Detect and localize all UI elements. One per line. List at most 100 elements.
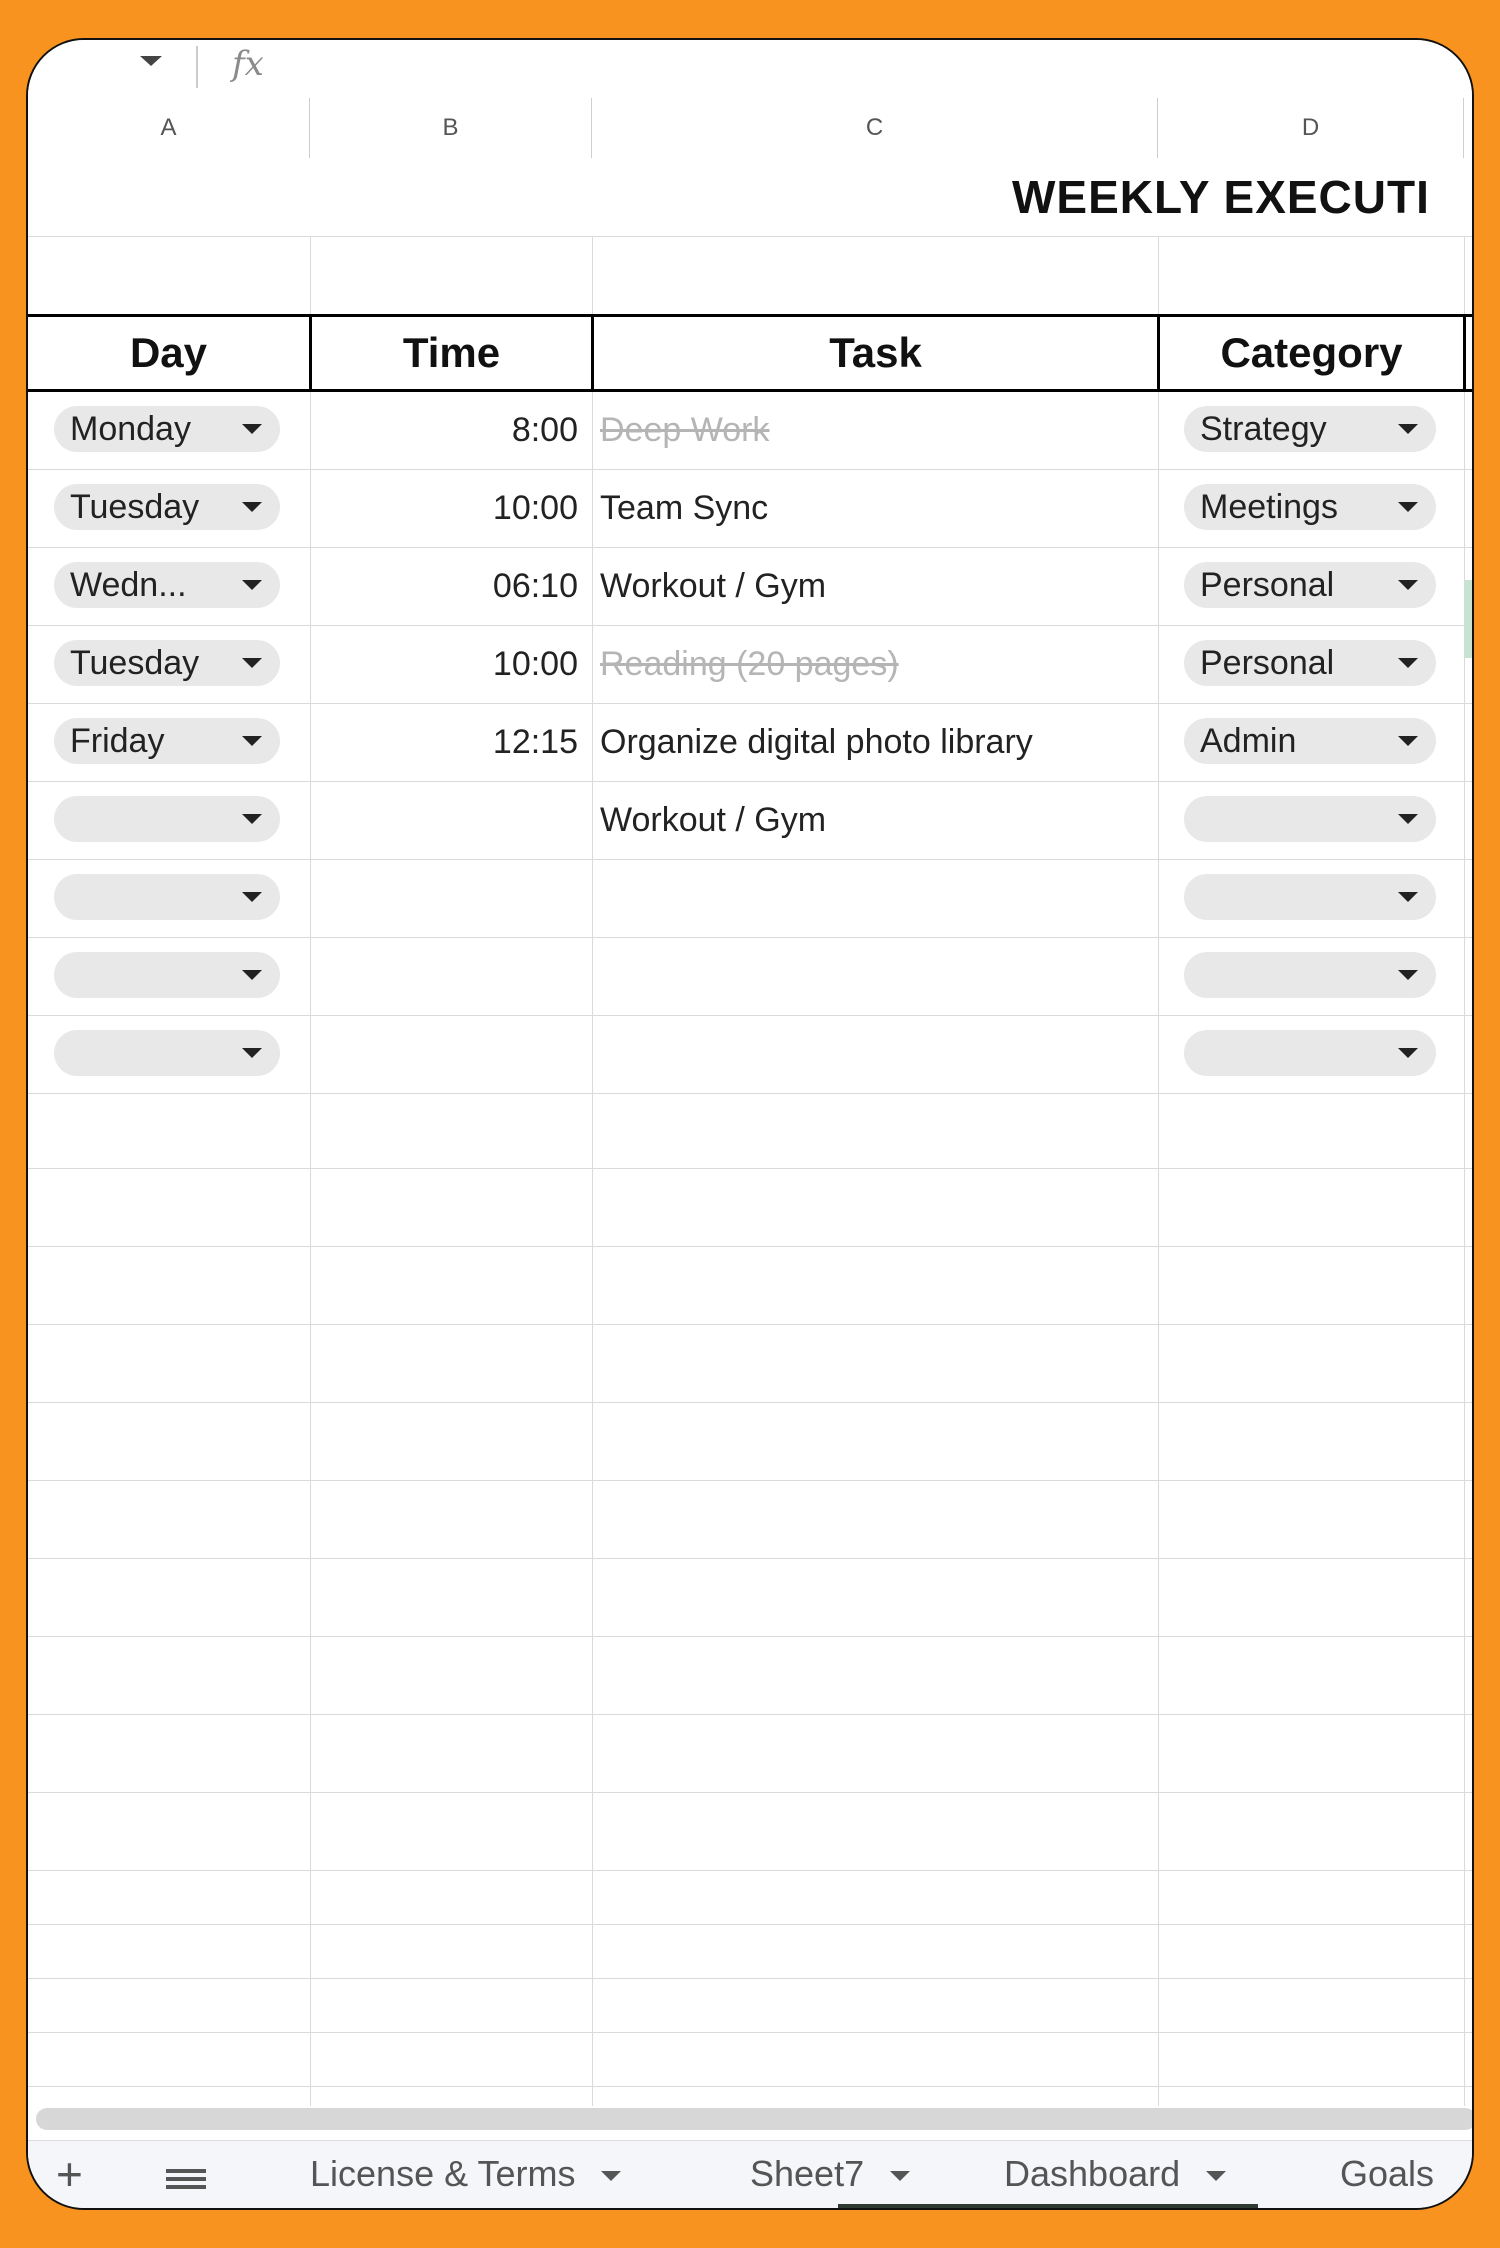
cell-grid[interactable]: WEEKLY EXECUTI Day Time Task Category Mo…: [28, 158, 1472, 2106]
category-dropdown[interactable]: Personal: [1184, 640, 1436, 686]
category-dropdown[interactable]: [1184, 796, 1436, 842]
tab-dashboard[interactable]: Dashboard: [1004, 2153, 1227, 2195]
day-dropdown[interactable]: [54, 796, 280, 842]
day-value: Wedn...: [70, 566, 187, 604]
chevron-down-icon[interactable]: [1398, 814, 1418, 824]
tab-dropdown-icon[interactable]: [601, 2171, 622, 2182]
category-value: Strategy: [1200, 410, 1327, 448]
table-row: [28, 938, 1472, 1016]
chevron-down-icon[interactable]: [242, 970, 262, 980]
chevron-down-icon[interactable]: [242, 424, 262, 434]
spreadsheet-window: fx A B C D WEEKLY EXECUTI Day Time Task …: [26, 38, 1474, 2210]
sheet-tab-bar: + License & Terms Sheet7 Dashboard Goals: [28, 2140, 1472, 2208]
grid-line: [28, 1558, 1472, 1559]
column-header-c[interactable]: C: [592, 98, 1158, 158]
header-day[interactable]: Day: [28, 317, 312, 389]
day-dropdown[interactable]: Tuesday: [54, 484, 280, 530]
grid-line: [28, 1870, 1472, 1871]
chevron-down-icon[interactable]: [1398, 424, 1418, 434]
day-value: Friday: [70, 722, 165, 760]
day-value: Monday: [70, 410, 191, 448]
table-row: Tuesday 10:00 Team Sync Meetings: [28, 470, 1472, 548]
category-dropdown[interactable]: [1184, 1030, 1436, 1076]
tab-label: License & Terms: [310, 2153, 576, 2194]
time-cell[interactable]: 8:00: [310, 392, 578, 468]
chevron-down-icon[interactable]: [1398, 580, 1418, 590]
active-tab-indicator: [838, 2204, 1258, 2208]
chevron-down-icon[interactable]: [1398, 970, 1418, 980]
header-category[interactable]: Category: [1160, 317, 1466, 389]
time-cell[interactable]: [310, 860, 578, 936]
time-cell[interactable]: [310, 782, 578, 858]
grid-line: [28, 1978, 1472, 1979]
tab-dropdown-icon[interactable]: [890, 2171, 911, 2182]
category-dropdown[interactable]: Meetings: [1184, 484, 1436, 530]
task-cell[interactable]: Deep Work: [600, 392, 769, 468]
time-cell[interactable]: 12:15: [310, 704, 578, 780]
day-dropdown[interactable]: Monday: [54, 406, 280, 452]
chevron-down-icon[interactable]: [1398, 892, 1418, 902]
header-task[interactable]: Task: [594, 317, 1160, 389]
grid-line: [28, 1714, 1472, 1715]
grid-line: [28, 2032, 1472, 2033]
category-dropdown[interactable]: [1184, 952, 1436, 998]
grid-line: [28, 2086, 1472, 2087]
task-cell[interactable]: Reading (20 pages): [600, 626, 899, 702]
title-row[interactable]: WEEKLY EXECUTI: [28, 158, 1472, 237]
time-cell[interactable]: 06:10: [310, 548, 578, 624]
chevron-down-icon[interactable]: [242, 892, 262, 902]
tab-sheet7[interactable]: Sheet7: [750, 2153, 911, 2195]
header-time[interactable]: Time: [312, 317, 594, 389]
column-header-a[interactable]: A: [28, 98, 310, 158]
time-cell[interactable]: 10:00: [310, 626, 578, 702]
chevron-down-icon[interactable]: [1398, 736, 1418, 746]
horizontal-scrollbar[interactable]: [36, 2108, 1472, 2130]
day-dropdown[interactable]: [54, 1030, 280, 1076]
chevron-down-icon[interactable]: [1398, 1048, 1418, 1058]
time-cell[interactable]: 10:00: [310, 470, 578, 546]
tab-license-terms[interactable]: License & Terms: [310, 2153, 622, 2195]
category-value: Personal: [1200, 644, 1335, 682]
category-dropdown[interactable]: Strategy: [1184, 406, 1436, 452]
column-header-d[interactable]: D: [1158, 98, 1464, 158]
grid-line: [28, 1792, 1472, 1793]
name-box-dropdown-icon[interactable]: [140, 56, 162, 66]
chevron-down-icon[interactable]: [242, 1048, 262, 1058]
column-header-b[interactable]: B: [310, 98, 592, 158]
chevron-down-icon[interactable]: [242, 580, 262, 590]
chevron-down-icon[interactable]: [242, 658, 262, 668]
column-headers: A B C D: [28, 98, 1472, 159]
grid-line: [28, 1168, 1472, 1169]
table-row: Workout / Gym: [28, 782, 1472, 860]
tab-goals[interactable]: Goals: [1340, 2153, 1434, 2195]
chevron-down-icon[interactable]: [1398, 658, 1418, 668]
fx-icon: fx: [232, 44, 264, 84]
category-dropdown[interactable]: Admin: [1184, 718, 1436, 764]
tab-label: Dashboard: [1004, 2153, 1181, 2194]
task-cell[interactable]: Workout / Gym: [600, 548, 826, 624]
grid-line: [28, 1246, 1472, 1247]
task-cell[interactable]: Workout / Gym: [600, 782, 826, 858]
day-dropdown[interactable]: [54, 952, 280, 998]
sheet-title: WEEKLY EXECUTI: [1012, 171, 1430, 223]
day-dropdown[interactable]: Tuesday: [54, 640, 280, 686]
day-dropdown[interactable]: [54, 874, 280, 920]
chevron-down-icon[interactable]: [242, 814, 262, 824]
add-sheet-icon[interactable]: +: [56, 2147, 83, 2201]
task-cell[interactable]: Team Sync: [600, 470, 768, 546]
all-sheets-menu-icon[interactable]: [166, 2169, 206, 2189]
time-cell[interactable]: [310, 938, 578, 1014]
day-dropdown[interactable]: Wedn...: [54, 562, 280, 608]
chevron-down-icon[interactable]: [1398, 502, 1418, 512]
table-row: Friday 12:15 Organize digital photo librar…: [28, 704, 1472, 782]
category-dropdown[interactable]: [1184, 874, 1436, 920]
task-cell[interactable]: Organize digital photo library: [600, 704, 1033, 780]
chevron-down-icon[interactable]: [242, 502, 262, 512]
category-dropdown[interactable]: Personal: [1184, 562, 1436, 608]
day-dropdown[interactable]: Friday: [54, 718, 280, 764]
time-cell[interactable]: [310, 1016, 578, 1092]
tab-dropdown-icon[interactable]: [1206, 2171, 1227, 2182]
category-value: Personal: [1200, 566, 1335, 604]
chevron-down-icon[interactable]: [242, 736, 262, 746]
formula-bar: fx: [28, 40, 1472, 99]
